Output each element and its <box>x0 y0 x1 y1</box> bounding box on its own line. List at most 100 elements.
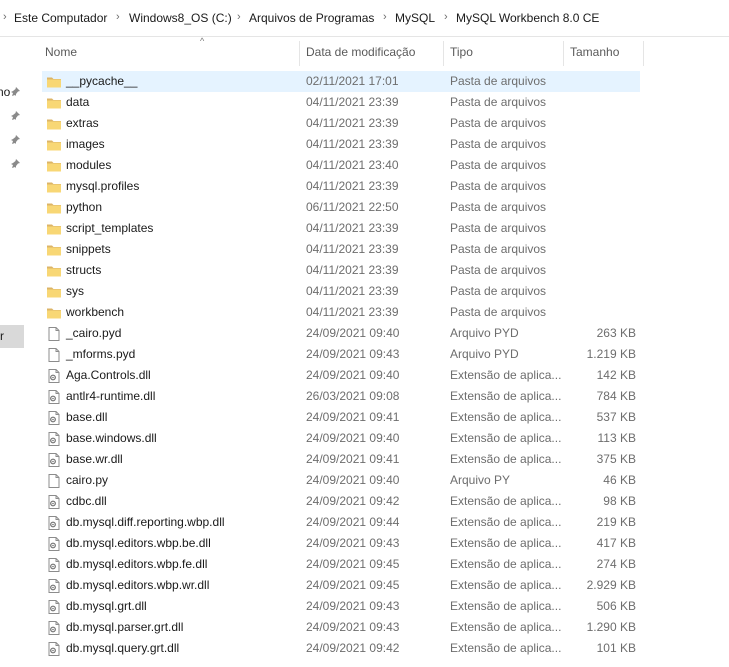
file-row[interactable]: antlr4-runtime.dll 26/03/2021 09:08 Extens… <box>42 386 640 407</box>
file-date: 04/11/2021 23:39 <box>306 263 399 277</box>
file-type: Extensão de aplica... <box>450 494 562 508</box>
breadcrumb-chevron-icon[interactable]: › <box>237 11 241 23</box>
folder-icon <box>46 200 62 216</box>
file-type: Arquivo PYD <box>450 326 519 340</box>
file-name: base.wr.dll <box>66 452 123 466</box>
dll-icon <box>46 431 62 447</box>
file-type: Pasta de arquivos <box>450 284 547 298</box>
breadcrumb-drive[interactable]: Windows8_OS (C:) <box>129 11 232 25</box>
breadcrumb-chevron-icon[interactable]: › <box>444 11 448 23</box>
file-type: Pasta de arquivos <box>450 74 547 88</box>
file-date: 04/11/2021 23:39 <box>306 137 399 151</box>
file-row[interactable]: _cairo.pyd 24/09/2021 09:40 Arquivo PYD 263… <box>42 323 640 344</box>
file-row[interactable]: cairo.py 24/09/2021 09:40 Arquivo PY 46 KB <box>42 470 640 491</box>
column-header-type[interactable]: Tipo <box>450 45 473 59</box>
file-row[interactable]: Aga.Controls.dll 24/09/2021 09:40 Extensão… <box>42 365 640 386</box>
file-row[interactable]: base.windows.dll 24/09/2021 09:40 Extensão… <box>42 428 640 449</box>
dll-icon <box>46 536 62 552</box>
file-type: Pasta de arquivos <box>450 221 547 235</box>
breadcrumb-program-files[interactable]: Arquivos de Programas <box>249 11 374 25</box>
breadcrumb-chevron-icon[interactable]: › <box>383 11 387 23</box>
file-row[interactable]: data 04/11/2021 23:39 Pasta de arquivos <box>42 92 640 113</box>
file-row[interactable]: db.mysql.grt.dll 24/09/2021 09:43 Extensão… <box>42 596 640 617</box>
file-name: base.windows.dll <box>66 431 157 445</box>
file-row[interactable]: cdbc.dll 24/09/2021 09:42 Extensão de apli… <box>42 491 640 512</box>
file-type: Pasta de arquivos <box>450 137 547 151</box>
folder-icon <box>46 137 62 153</box>
folder-icon <box>46 179 62 195</box>
dll-icon <box>46 557 62 573</box>
file-date: 24/09/2021 09:40 <box>306 326 400 340</box>
column-divider[interactable] <box>563 41 564 66</box>
file-date: 04/11/2021 23:39 <box>306 116 399 130</box>
file-row[interactable]: script_templates 04/11/2021 23:39 Pasta de… <box>42 218 640 239</box>
address-bar[interactable]: › Este Computador › Windows8_OS (C:) › A… <box>0 0 729 37</box>
file-type: Extensão de aplica... <box>450 536 562 550</box>
file-row[interactable]: sys 04/11/2021 23:39 Pasta de arquivos <box>42 281 640 302</box>
breadcrumb-este-computador[interactable]: Este Computador <box>14 11 107 25</box>
file-name: _cairo.pyd <box>66 326 122 340</box>
file-name: mysql.profiles <box>66 179 140 193</box>
column-divider[interactable] <box>443 41 444 66</box>
file-row[interactable]: workbench 04/11/2021 23:39 Pasta de arquiv… <box>42 302 640 323</box>
column-divider[interactable] <box>299 41 300 66</box>
file-name: __pycache__ <box>66 74 138 88</box>
file-type: Extensão de aplica... <box>450 410 562 424</box>
file-row[interactable]: db.mysql.editors.wbp.wr.dll 24/09/2021 09… <box>42 575 640 596</box>
file-date: 04/11/2021 23:40 <box>306 158 399 172</box>
file-row[interactable]: extras 04/11/2021 23:39 Pasta de arquivos <box>42 113 640 134</box>
file-name: extras <box>66 116 99 130</box>
file-type: Arquivo PY <box>450 473 511 487</box>
file-name: db.mysql.parser.grt.dll <box>66 620 184 634</box>
file-date: 04/11/2021 23:39 <box>306 242 399 256</box>
dll-icon <box>46 389 62 405</box>
file-row[interactable]: snippets 04/11/2021 23:39 Pasta de arquivo… <box>42 239 640 260</box>
breadcrumb-workbench[interactable]: MySQL Workbench 8.0 CE <box>456 11 599 25</box>
nav-item-partial-label[interactable]: no <box>0 85 10 99</box>
file-date: 24/09/2021 09:45 <box>306 578 400 592</box>
column-divider[interactable] <box>643 41 644 66</box>
file-type: Arquivo PYD <box>450 347 519 361</box>
file-name: base.dll <box>66 410 108 424</box>
breadcrumb-chevron-icon[interactable]: › <box>116 11 120 23</box>
file-size: 537 KB <box>596 410 636 424</box>
file-row[interactable]: base.wr.dll 24/09/2021 09:41 Extensão de a… <box>42 449 640 470</box>
file-size: 98 KB <box>603 494 636 508</box>
file-type: Pasta de arquivos <box>450 305 547 319</box>
file-row[interactable]: _mforms.pyd 24/09/2021 09:43 Arquivo PYD 1.… <box>42 344 640 365</box>
file-row[interactable]: __pycache__ 02/11/2021 17:01 Pasta de arqu… <box>42 71 640 92</box>
file-date: 26/03/2021 09:08 <box>306 389 400 403</box>
file-date: 04/11/2021 23:39 <box>306 179 399 193</box>
column-header-size[interactable]: Tamanho <box>570 45 619 59</box>
file-row[interactable]: python 06/11/2021 22:50 Pasta de arquivos <box>42 197 640 218</box>
file-row[interactable]: base.dll 24/09/2021 09:41 Extensão de apli… <box>42 407 640 428</box>
dll-icon <box>46 599 62 615</box>
dll-icon <box>46 368 62 384</box>
file-date: 04/11/2021 23:39 <box>306 95 399 109</box>
file-row[interactable]: db.mysql.editors.wbp.be.dll 24/09/2021 09… <box>42 533 640 554</box>
file-name: python <box>66 200 103 214</box>
file-size: 142 KB <box>596 368 636 382</box>
file-name: workbench <box>66 305 125 319</box>
file-size: 506 KB <box>596 599 636 613</box>
file-row[interactable]: db.mysql.query.grt.dll 24/09/2021 09:42 Ex… <box>42 638 640 659</box>
file-size: 274 KB <box>596 557 636 571</box>
file-row[interactable]: db.mysql.parser.grt.dll 24/09/2021 09:43 E… <box>42 617 640 638</box>
dll-icon <box>46 410 62 426</box>
file-row[interactable]: modules 04/11/2021 23:40 Pasta de arquivos <box>42 155 640 176</box>
file-size: 784 KB <box>596 389 636 403</box>
file-row[interactable]: db.mysql.diff.reporting.wbp.dll 24/09/202… <box>42 512 640 533</box>
breadcrumb-chevron-icon[interactable]: › <box>3 11 7 23</box>
column-header-row: ^ Nome Data de modificação Tipo Tamanho <box>37 36 647 67</box>
file-size: 219 KB <box>596 515 636 529</box>
breadcrumb-mysql[interactable]: MySQL <box>395 11 435 25</box>
folder-icon <box>46 305 62 321</box>
column-header-date[interactable]: Data de modificação <box>306 45 415 59</box>
file-row[interactable]: structs 04/11/2021 23:39 Pasta de arquivos <box>42 260 640 281</box>
file-row[interactable]: images 04/11/2021 23:39 Pasta de arquivos <box>42 134 640 155</box>
file-row[interactable]: db.mysql.editors.wbp.fe.dll 24/09/2021 09… <box>42 554 640 575</box>
file-date: 24/09/2021 09:41 <box>306 410 400 424</box>
nav-item-selected[interactable]: r <box>0 325 24 348</box>
file-row[interactable]: mysql.profiles 04/11/2021 23:39 Pasta de a… <box>42 176 640 197</box>
column-header-name[interactable]: Nome <box>45 45 77 59</box>
